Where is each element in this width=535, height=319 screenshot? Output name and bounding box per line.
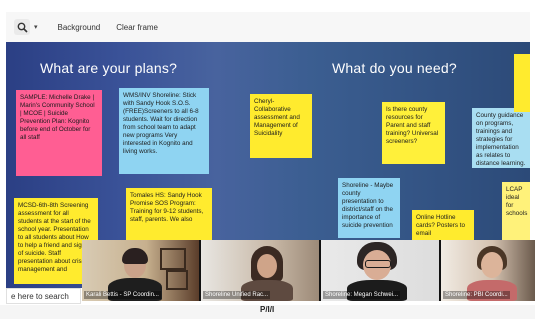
sticky-note-partial[interactable]: LCAP ideal for schools xyxy=(502,182,530,242)
background-button[interactable]: Background xyxy=(58,23,101,32)
sticky-note-partial[interactable] xyxy=(514,54,530,112)
needs-heading: What do you need? xyxy=(332,60,457,76)
note-text: Cheryl- Collaborative assessment and Man… xyxy=(254,98,300,137)
wall-frame xyxy=(166,270,188,290)
sticky-note[interactable]: Cheryl- Collaborative assessment and Man… xyxy=(250,94,312,158)
toolbar: ▾ Background Clear frame xyxy=(6,12,530,42)
participant-name: Shoreline: Megan Schwei... xyxy=(323,291,401,299)
sticky-note[interactable]: Shoreline - Maybe county presentation to… xyxy=(338,178,400,238)
chevron-down-icon[interactable]: ▾ xyxy=(34,23,38,31)
participant-face-front xyxy=(257,254,277,278)
note-text: Is there county resources for Parent and… xyxy=(386,106,439,145)
participant-name: Shoreline Unified Rac... xyxy=(203,291,271,299)
note-text: WMS/INV Shoreline: Stick with Sandy Hook… xyxy=(123,92,199,155)
participant-strip: Karali Bettis - SP Coordin... Shoreline … xyxy=(82,240,535,301)
note-text: County guidance on programs, trainings a… xyxy=(476,112,526,167)
sticky-note[interactable]: WMS/INV Shoreline: Stick with Sandy Hook… xyxy=(119,88,209,174)
wall-frame xyxy=(160,248,186,270)
search-input[interactable]: e here to search xyxy=(6,288,81,304)
participant-tile[interactable]: Shoreline: Megan Schwei... xyxy=(321,240,439,301)
search-label: e here to search xyxy=(11,291,69,301)
participant-face xyxy=(481,252,503,278)
screen-container: ▾ Background Clear frame What are your p… xyxy=(0,0,535,319)
note-text: LCAP ideal for schools xyxy=(506,186,528,217)
note-text: SAMPLE: Michelle Drake | Marin's Communi… xyxy=(20,94,95,141)
sticky-note[interactable]: County guidance on programs, trainings a… xyxy=(472,108,530,168)
glasses xyxy=(365,260,391,268)
note-text: Online Hotline cards? Posters to email xyxy=(416,214,465,237)
participant-name: Karali Bettis - SP Coordin... xyxy=(84,291,161,299)
plans-heading: What are your plans? xyxy=(40,60,178,76)
bottom-text: P/I/I xyxy=(260,305,275,314)
sticky-note[interactable]: SAMPLE: Michelle Drake | Marin's Communi… xyxy=(16,90,102,176)
sticky-note[interactable]: Is there county resources for Parent and… xyxy=(382,102,445,164)
clear-frame-button[interactable]: Clear frame xyxy=(116,23,158,32)
zoom-icon[interactable] xyxy=(14,19,30,35)
participant-tile[interactable]: Shoreline: PBI Coordi... xyxy=(441,240,535,301)
note-text: Shoreline - Maybe county presentation to… xyxy=(342,182,394,229)
participant-tile[interactable]: Karali Bettis - SP Coordin... xyxy=(82,240,199,301)
participant-name: Shoreline: PBI Coordi... xyxy=(443,291,510,299)
participant-tile[interactable]: Shoreline Unified Rac... xyxy=(201,240,319,301)
participant-hair xyxy=(122,248,148,264)
note-text: MCSD-6th-8th Screening assessment for al… xyxy=(18,202,91,273)
note-text: Tomales HS: Sandy Hook Promise SOS Progr… xyxy=(130,192,204,223)
